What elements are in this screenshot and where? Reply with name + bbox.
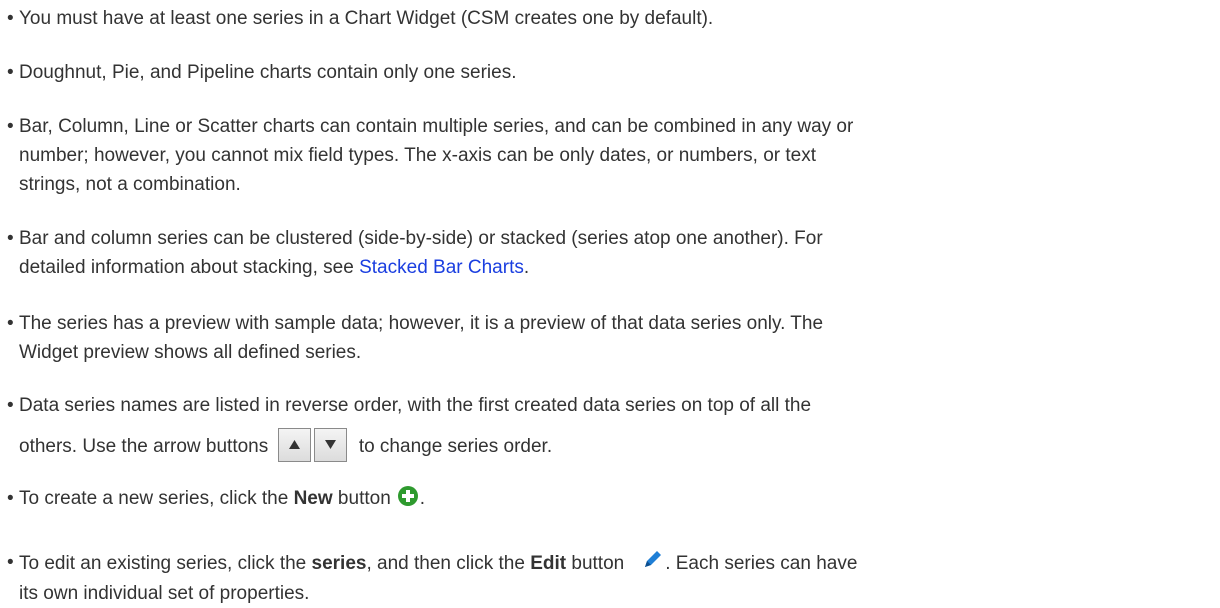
- list-item: • Bar, Column, Line or Scatter charts ca…: [0, 112, 1205, 199]
- text-line: Widget preview shows all defined series.: [19, 342, 362, 363]
- bullet: •: [7, 488, 14, 509]
- list-item-text: You must have at least one series in a C…: [19, 8, 714, 29]
- text-line: its own individual set of properties.: [19, 583, 310, 604]
- bullet: •: [7, 116, 14, 137]
- stacked-bar-charts-link[interactable]: Stacked Bar Charts: [359, 257, 524, 278]
- list-item-text: The series has a preview with sample dat…: [19, 309, 1205, 367]
- bullet: •: [7, 552, 14, 573]
- bullet: •: [7, 313, 14, 334]
- text-segment: To create a new series, click the: [19, 488, 294, 509]
- list-item-text: Bar and column series can be clustered (…: [19, 224, 1205, 282]
- text-segment: . Each series can have: [665, 553, 858, 574]
- text-line: .: [523, 257, 530, 278]
- text-line: number; however, you cannot mix field ty…: [19, 145, 816, 166]
- list-item: • Data series names are listed in revers…: [0, 391, 1205, 471]
- list-item-text: Data series names are listed in reverse …: [19, 391, 1205, 471]
- series-label: series: [311, 553, 367, 574]
- list-item-text: To edit an existing series, click the se…: [19, 548, 1205, 608]
- text-line: Data series names are listed in reverse …: [19, 395, 812, 416]
- new-label: New: [293, 488, 333, 509]
- text-line: The series has a preview with sample dat…: [19, 313, 824, 334]
- list-item-text: To create a new series, click the New bu…: [19, 484, 1205, 516]
- text-line-container: others. Use the arrow buttons to change …: [19, 428, 552, 471]
- text-segment: button: [566, 553, 625, 574]
- text-segment: , and then click the: [366, 553, 531, 574]
- text-segment: To edit an existing series, click the: [19, 553, 312, 574]
- arrow-up-button-icon: [277, 428, 311, 462]
- text-line: others. Use the arrow buttons: [19, 436, 269, 457]
- bullet: •: [7, 62, 14, 83]
- edit-label: Edit: [530, 553, 567, 574]
- plus-circle-icon: [397, 485, 419, 516]
- text-line: detailed information about stacking, see: [19, 257, 360, 278]
- list-item: • To create a new series, click the New …: [0, 484, 1205, 516]
- list-item-text: Bar, Column, Line or Scatter charts can …: [19, 112, 1205, 199]
- bullet: •: [7, 228, 14, 249]
- text-line: Bar, Column, Line or Scatter charts can …: [19, 116, 854, 137]
- list-item: • You must have at least one series in a…: [0, 4, 1205, 33]
- document: • You must have at least one series in a…: [0, 0, 1220, 606]
- arrow-buttons: [277, 428, 350, 471]
- bullet: •: [7, 8, 14, 29]
- list-item: • Bar and column series can be clustered…: [0, 224, 1205, 282]
- list-item: • To edit an existing series, click the …: [0, 548, 1205, 608]
- text-line: to change series order.: [358, 436, 553, 457]
- list-item: • The series has a preview with sample d…: [0, 309, 1205, 367]
- arrow-down-button-icon: [313, 428, 347, 462]
- text-line: strings, not a combination.: [19, 174, 241, 195]
- list-item: • Doughnut, Pie, and Pipeline charts con…: [0, 58, 1205, 87]
- text-segment: .: [419, 488, 426, 509]
- list-item-text: Doughnut, Pie, and Pipeline charts conta…: [19, 62, 517, 83]
- pencil-icon: [642, 548, 664, 579]
- bullet: •: [7, 395, 14, 416]
- text-line: Bar and column series can be clustered (…: [19, 228, 823, 249]
- text-segment: button: [332, 488, 391, 509]
